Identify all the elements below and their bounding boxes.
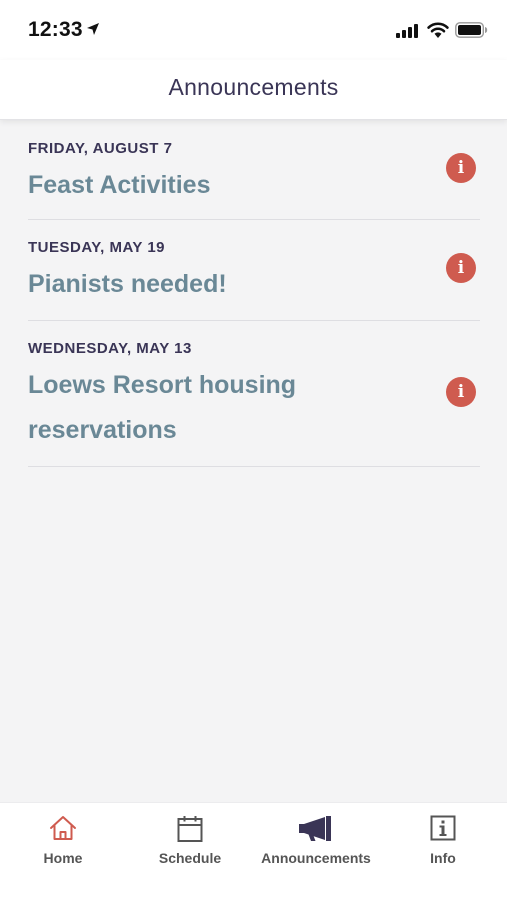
tab-home[interactable]: Home	[0, 803, 126, 900]
status-bar: 12:33	[0, 0, 507, 60]
location-arrow-icon	[87, 23, 99, 35]
nav-header: Announcements	[0, 60, 507, 120]
announcement-item[interactable]: TUESDAY, MAY 19 Pianists needed! i	[28, 220, 480, 321]
tab-bar: Home Schedule Announcements Info	[0, 802, 507, 900]
announcements-list: FRIDAY, AUGUST 7 Feast Activities i TUES…	[0, 121, 507, 467]
announcement-date: TUESDAY, MAY 19	[28, 239, 166, 256]
megaphone-icon	[299, 816, 331, 841]
info-icon[interactable]: i	[446, 153, 476, 183]
battery-icon	[455, 22, 488, 38]
announcement-title: Loews Resort housing reservations	[28, 371, 297, 444]
wifi-icon	[427, 22, 449, 38]
announcement-date: FRIDAY, AUGUST 7	[28, 140, 173, 157]
announcement-title: Feast Activities	[28, 171, 211, 199]
page-title: Announcements	[168, 74, 339, 100]
home-icon	[50, 816, 76, 840]
info-icon[interactable]: i	[446, 377, 476, 407]
tab-schedule[interactable]: Schedule	[127, 803, 253, 900]
announcement-item[interactable]: WEDNESDAY, MAY 13 Loews Resort housing r…	[28, 321, 480, 467]
info-icon	[430, 815, 456, 841]
tab-label: Announcements	[261, 850, 371, 866]
tab-info[interactable]: Info	[380, 803, 506, 900]
info-icon[interactable]: i	[446, 253, 476, 283]
announcement-title: Pianists needed!	[28, 270, 227, 298]
calendar-icon	[177, 816, 203, 842]
announcement-date: WEDNESDAY, MAY 13	[28, 340, 192, 357]
announcement-item[interactable]: FRIDAY, AUGUST 7 Feast Activities i	[28, 121, 480, 220]
cellular-signal-icon	[396, 24, 418, 38]
status-time: 12:33	[28, 18, 83, 41]
tab-label: Schedule	[158, 850, 222, 866]
tab-announcements[interactable]: Announcements	[253, 803, 379, 900]
tab-label: Home	[43, 850, 83, 866]
tab-label: Info	[430, 850, 456, 866]
